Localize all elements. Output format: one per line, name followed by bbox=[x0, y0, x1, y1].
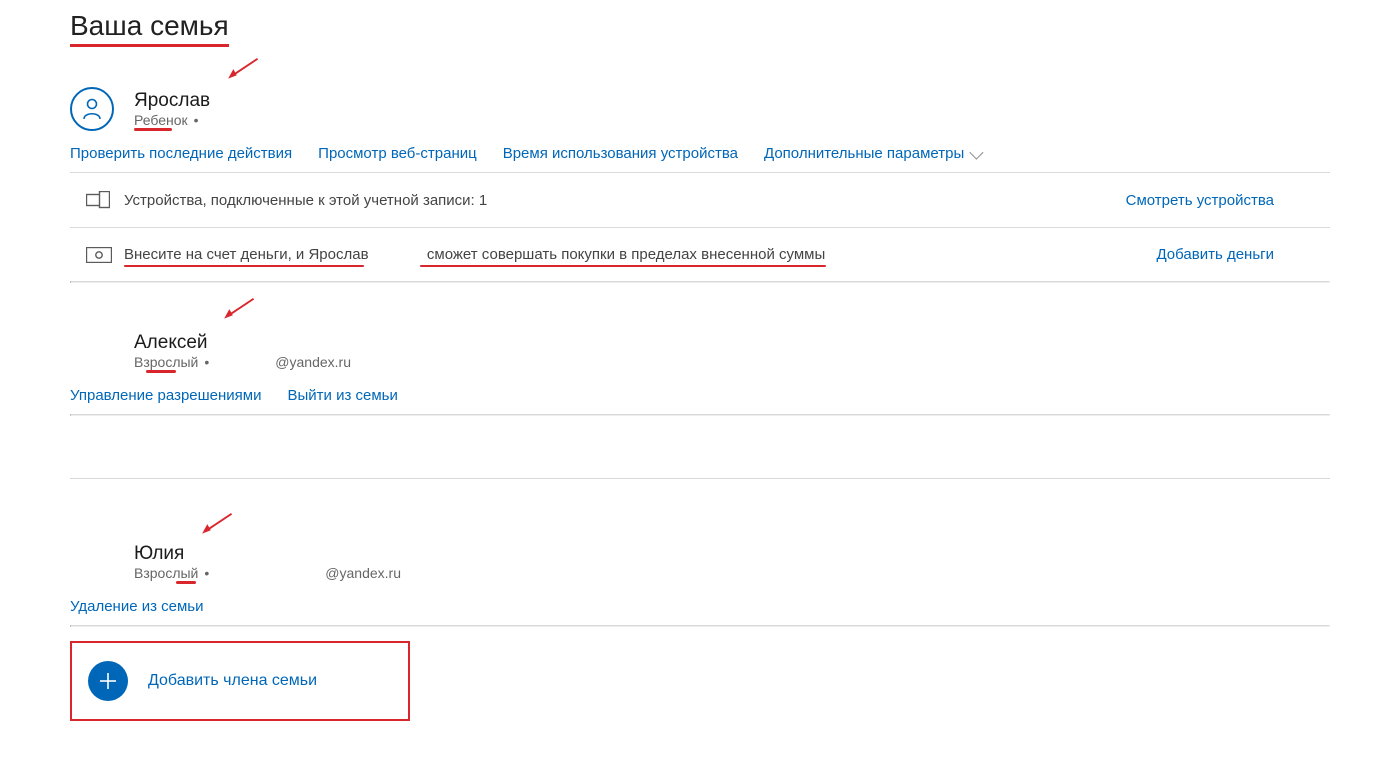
chevron-down-icon bbox=[970, 145, 984, 159]
separator-dot: • bbox=[194, 112, 199, 128]
leave-family-link[interactable]: Выйти из семьи bbox=[287, 387, 397, 404]
annotation-underline bbox=[176, 581, 196, 584]
member-name: Алексей bbox=[134, 332, 351, 354]
annotation-underline bbox=[134, 128, 172, 131]
member-email-domain: @yandex.ru bbox=[275, 354, 351, 370]
plus-icon bbox=[88, 661, 128, 701]
web-browsing-link[interactable]: Просмотр веб-страниц bbox=[318, 145, 477, 162]
divider bbox=[70, 478, 1330, 540]
separator-dot: • bbox=[204, 565, 209, 581]
family-member-alexey: Алексей Взрослый • @yandex.ru Управление… bbox=[70, 329, 1330, 540]
manage-permissions-link[interactable]: Управление разрешениями bbox=[70, 387, 261, 404]
money-text-part1: Внесите на счет деньги, и Ярослав bbox=[124, 246, 369, 263]
add-family-member-button[interactable]: Добавить члена семьи bbox=[70, 641, 410, 721]
money-icon bbox=[70, 247, 124, 263]
annotation-arrow-icon bbox=[218, 297, 258, 323]
money-text-part2: сможет совершать покупки в пределах внес… bbox=[427, 246, 825, 263]
check-activity-link[interactable]: Проверить последние действия bbox=[70, 145, 292, 162]
separator-dot: • bbox=[204, 354, 209, 370]
member-name: Ярослав bbox=[134, 90, 210, 112]
annotation-underline bbox=[124, 265, 364, 267]
add-member-label: Добавить члена семьи bbox=[148, 672, 317, 690]
screen-time-link[interactable]: Время использования устройства bbox=[503, 145, 738, 162]
page-title: Ваша семья bbox=[70, 10, 229, 47]
devices-text: Устройства, подключенные к этой учетной … bbox=[124, 192, 1126, 209]
member-role: Взрослый bbox=[134, 354, 198, 370]
annotation-arrow-icon bbox=[222, 57, 262, 83]
devices-icon bbox=[70, 191, 124, 209]
avatar-placeholder bbox=[70, 540, 114, 584]
family-member-yaroslav: Ярослав Ребенок • Проверить последние де… bbox=[70, 87, 1330, 283]
member-name: Юлия bbox=[134, 543, 401, 565]
avatar-placeholder bbox=[70, 329, 114, 373]
money-text: Внесите на счет деньги, и Ярослав сможет… bbox=[124, 246, 1156, 263]
more-options-dropdown[interactable]: Дополнительные параметры bbox=[764, 145, 980, 162]
add-money-link[interactable]: Добавить деньги bbox=[1156, 246, 1330, 263]
member-role: Взрослый bbox=[134, 565, 198, 581]
more-options-label: Дополнительные параметры bbox=[764, 145, 964, 162]
member-email-domain: @yandex.ru bbox=[325, 565, 401, 581]
money-row: Внесите на счет деньги, и Ярослав сможет… bbox=[70, 227, 1330, 281]
divider bbox=[70, 414, 1330, 416]
member-role: Ребенок bbox=[134, 112, 188, 128]
divider bbox=[70, 625, 1330, 627]
person-icon bbox=[70, 87, 114, 131]
annotation-underline bbox=[420, 265, 826, 267]
annotation-underline bbox=[146, 370, 176, 373]
family-member-yulia: Юлия Взрослый • @yandex.ru Удаление из с… bbox=[70, 540, 1330, 627]
view-devices-link[interactable]: Смотреть устройства bbox=[1126, 192, 1330, 209]
divider bbox=[70, 281, 1330, 283]
remove-from-family-link[interactable]: Удаление из семьи bbox=[70, 598, 204, 615]
devices-row: Устройства, подключенные к этой учетной … bbox=[70, 172, 1330, 227]
